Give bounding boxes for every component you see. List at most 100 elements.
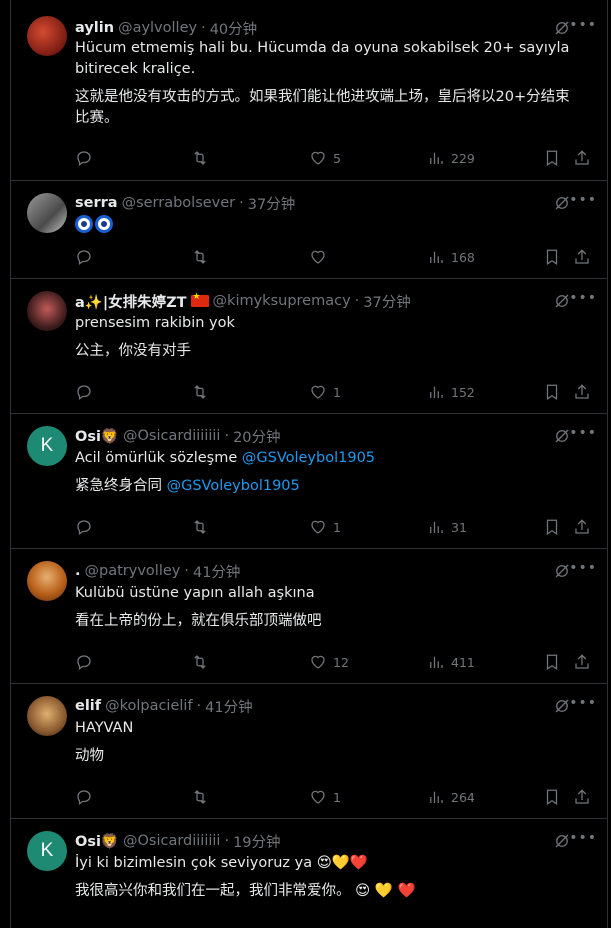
reply-button[interactable] (75, 381, 93, 403)
display-name[interactable]: aylin (75, 20, 114, 36)
separator-dot: · (239, 195, 244, 211)
share-button[interactable] (573, 381, 591, 403)
views-button[interactable]: 229 (427, 147, 475, 169)
tweet[interactable]: a✨|女排朱婷ZT @kimyksupremacy · 37分钟 ••• pre… (11, 279, 607, 414)
bookmark-button[interactable] (543, 786, 561, 808)
username[interactable]: @Osicardiiiiiii (123, 833, 220, 849)
retweet-button[interactable] (191, 246, 209, 268)
avatar[interactable]: K (27, 831, 67, 871)
views-button[interactable]: 411 (427, 651, 475, 673)
display-name[interactable]: serra (75, 195, 118, 211)
separator-dot: · (224, 428, 230, 444)
tweet-text: prensesim rakibin yok 公主，你没有对手 (75, 313, 587, 362)
view-count: 264 (451, 789, 475, 805)
reply-button[interactable] (75, 786, 93, 808)
share-button[interactable] (573, 651, 591, 673)
like-button[interactable]: 1 (309, 381, 341, 403)
bookmark-icon (543, 518, 561, 536)
reply-button[interactable] (75, 516, 93, 538)
share-icon (573, 653, 591, 671)
tweet-header: serra @serrabolsever · 37分钟 (75, 193, 557, 213)
more-icon[interactable]: ••• (569, 192, 597, 208)
avatar[interactable] (27, 696, 67, 736)
avatar[interactable] (27, 193, 67, 233)
like-button[interactable] (309, 246, 333, 268)
retweet-button[interactable] (191, 651, 209, 673)
tweet-header: a✨|女排朱婷ZT @kimyksupremacy · 37分钟 (75, 291, 557, 311)
timestamp[interactable]: 37分钟 (363, 291, 410, 311)
mention-link[interactable]: @GSVoleybol1905 (242, 450, 375, 466)
retweet-button[interactable] (191, 786, 209, 808)
username[interactable]: @kimyksupremacy (213, 293, 351, 309)
display-name[interactable]: Osi🦁 (75, 833, 119, 850)
views-button[interactable]: 168 (427, 246, 475, 268)
retweet-button[interactable] (191, 381, 209, 403)
tweet[interactable]: . @patryvolley · 41分钟 ••• Kulübü üstüne … (11, 549, 607, 684)
retweet-button[interactable] (191, 516, 209, 538)
display-name[interactable]: . (75, 563, 81, 579)
tweet-header: elif @kolpacielif · 41分钟 (75, 696, 557, 716)
views-button[interactable]: 264 (427, 786, 475, 808)
tweet-text: HAYVAN 动物 (75, 718, 587, 767)
heart-icon (309, 518, 327, 536)
views-icon (427, 653, 445, 671)
retweet-icon (191, 248, 209, 266)
tweet-text: Kulübü üstüne yapın allah aşkına 看在上帝的份上… (75, 583, 587, 632)
tweet[interactable]: aylin @aylvolley · 40分钟 ••• Hücum etmemi… (11, 0, 607, 181)
avatar[interactable] (27, 561, 67, 601)
tweet[interactable]: K Osi🦁 @Osicardiiiiiii · 19分钟 ••• İyi ki… (11, 819, 607, 928)
view-count: 229 (451, 150, 475, 166)
retweet-button[interactable] (191, 147, 209, 169)
timestamp[interactable]: 37分钟 (248, 193, 295, 213)
more-icon[interactable]: ••• (569, 425, 597, 441)
tweet[interactable]: elif @kolpacielif · 41分钟 ••• HAYVAN 动物 1… (11, 684, 607, 819)
username[interactable]: @patryvolley (85, 563, 181, 579)
reply-button[interactable] (75, 246, 93, 268)
tweet-text: Hücum etmemiş hali bu. Hücumda da oyuna … (75, 38, 587, 129)
avatar[interactable] (27, 291, 67, 331)
timestamp[interactable]: 19分钟 (233, 831, 280, 851)
username[interactable]: @aylvolley (118, 20, 197, 36)
timestamp[interactable]: 41分钟 (205, 696, 252, 716)
more-icon[interactable]: ••• (569, 17, 597, 33)
more-icon[interactable]: ••• (569, 290, 597, 306)
bookmark-icon (543, 383, 561, 401)
share-button[interactable] (573, 246, 591, 268)
bookmark-button[interactable] (543, 381, 561, 403)
display-name[interactable]: Osi🦁 (75, 428, 119, 445)
timestamp[interactable]: 40分钟 (210, 18, 257, 38)
more-icon[interactable]: ••• (569, 695, 597, 711)
timestamp[interactable]: 41分钟 (193, 561, 240, 581)
tweet[interactable]: K Osi🦁 @Osicardiiiiiii · 20分钟 ••• Acil ö… (11, 414, 607, 549)
avatar[interactable] (27, 16, 67, 56)
text-line: Acil ömürlük sözleşme @GSVoleybol1905 (75, 448, 587, 469)
display-name[interactable]: elif (75, 698, 101, 714)
timeline-feed: aylin @aylvolley · 40分钟 ••• Hücum etmemi… (10, 0, 608, 928)
username[interactable]: @Osicardiiiiiii (123, 428, 220, 444)
like-button[interactable]: 1 (309, 786, 341, 808)
username[interactable]: @serrabolsever (122, 195, 236, 211)
bookmark-button[interactable] (543, 147, 561, 169)
like-button[interactable]: 1 (309, 516, 341, 538)
views-button[interactable]: 152 (427, 381, 475, 403)
username[interactable]: @kolpacielif (105, 698, 192, 714)
views-button[interactable]: 31 (427, 516, 467, 538)
more-icon[interactable]: ••• (569, 830, 597, 846)
like-button[interactable]: 12 (309, 651, 349, 673)
bookmark-button[interactable] (543, 516, 561, 538)
display-name[interactable]: a✨|女排朱婷ZT (75, 291, 187, 311)
bookmark-button[interactable] (543, 651, 561, 673)
share-button[interactable] (573, 147, 591, 169)
share-button[interactable] (573, 516, 591, 538)
more-icon[interactable]: ••• (569, 560, 597, 576)
retweet-icon (191, 149, 209, 167)
share-button[interactable] (573, 786, 591, 808)
bookmark-button[interactable] (543, 246, 561, 268)
reply-button[interactable] (75, 651, 93, 673)
reply-button[interactable] (75, 147, 93, 169)
timestamp[interactable]: 20分钟 (233, 426, 280, 446)
like-button[interactable]: 5 (309, 147, 341, 169)
mention-link[interactable]: @GSVoleybol1905 (167, 478, 300, 494)
avatar[interactable]: K (27, 426, 67, 466)
tweet[interactable]: serra @serrabolsever · 37分钟 ••• 168 (11, 181, 607, 279)
